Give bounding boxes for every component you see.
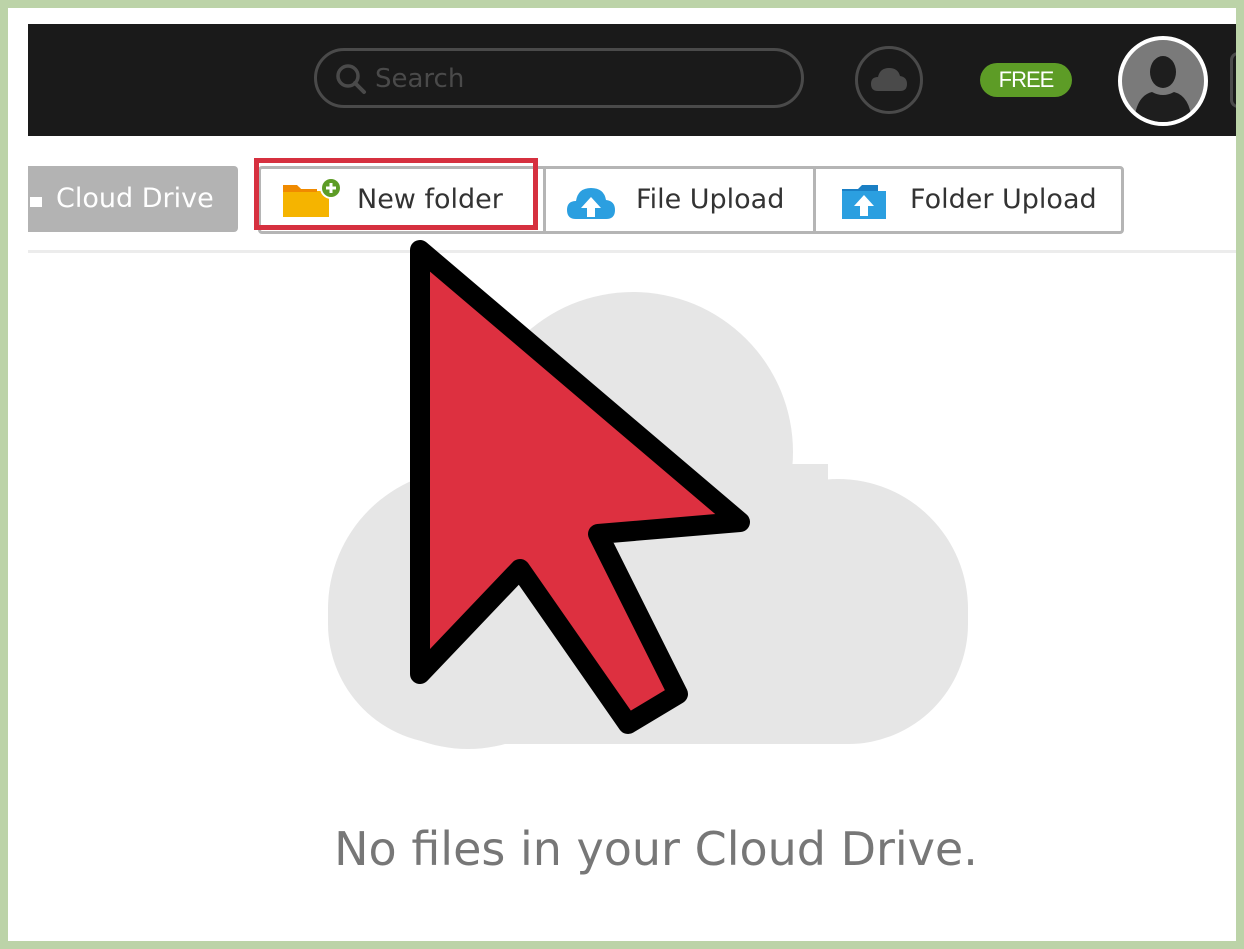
cloud-drive-app: FREE Cloud Drive xyxy=(28,24,1236,941)
red-cursor-pointer xyxy=(410,240,750,734)
illustration-frame: FREE Cloud Drive xyxy=(8,8,1236,941)
